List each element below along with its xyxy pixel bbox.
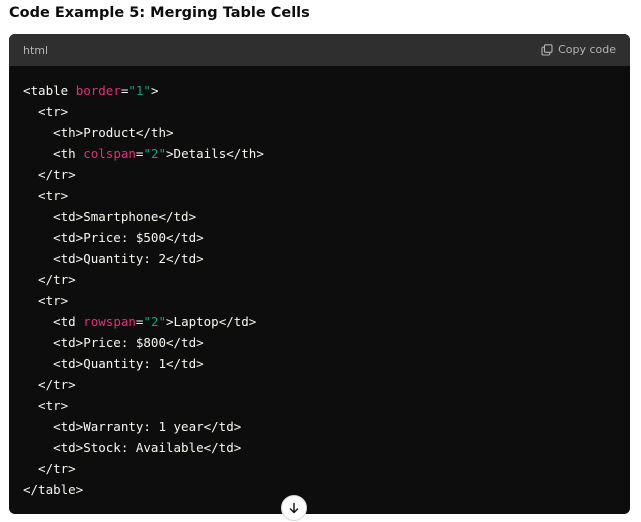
code-text: </tr> bbox=[23, 461, 76, 476]
code-text: <tr> bbox=[23, 398, 69, 413]
code-text: <th>Product</th> bbox=[23, 125, 174, 140]
code-line: <tr> bbox=[23, 185, 620, 206]
code-content: <table border="1"> <tr> <th>Product</th>… bbox=[23, 80, 620, 500]
code-text: </tr> bbox=[23, 377, 76, 392]
code-line: <table border="1"> bbox=[23, 80, 620, 101]
code-line: </tr> bbox=[23, 458, 620, 479]
code-line: </tr> bbox=[23, 164, 620, 185]
code-line: </tr> bbox=[23, 269, 620, 290]
code-text: <td>Price: $800</td> bbox=[23, 335, 204, 350]
code-line: <td>Quantity: 1</td> bbox=[23, 353, 620, 374]
code-attribute: border bbox=[75, 83, 121, 98]
copy-code-button[interactable]: Copy code bbox=[541, 43, 616, 56]
code-text: <td>Quantity: 2</td> bbox=[23, 251, 204, 266]
code-line: <td>Price: $500</td> bbox=[23, 227, 620, 248]
code-line: <th colspan="2">Details</th> bbox=[23, 143, 620, 164]
code-line: <tr> bbox=[23, 101, 620, 122]
code-text: <td>Quantity: 1</td> bbox=[23, 356, 204, 371]
copy-icon bbox=[541, 43, 553, 56]
section-heading: Code Example 5: Merging Table Cells bbox=[9, 5, 310, 21]
code-text: <td bbox=[23, 314, 84, 329]
code-line: <tr> bbox=[23, 395, 620, 416]
code-text: > bbox=[150, 83, 159, 98]
code-string: "1" bbox=[128, 83, 151, 98]
code-line: </table> bbox=[23, 479, 620, 500]
code-text: </tr> bbox=[23, 167, 76, 182]
code-text: >Details</th> bbox=[166, 146, 264, 161]
code-text: <table bbox=[23, 83, 76, 98]
code-line: </tr> bbox=[23, 374, 620, 395]
code-text: </table> bbox=[23, 482, 84, 497]
code-line: <tr> bbox=[23, 290, 620, 311]
code-line: <td>Price: $800</td> bbox=[23, 332, 620, 353]
code-line: <td>Smartphone</td> bbox=[23, 206, 620, 227]
code-text: <tr> bbox=[23, 188, 69, 203]
code-line: <td>Warranty: 1 year</td> bbox=[23, 416, 620, 437]
code-text: <td>Smartphone</td> bbox=[23, 209, 197, 224]
code-line: <td>Quantity: 2</td> bbox=[23, 248, 620, 269]
code-string: "2" bbox=[143, 146, 167, 161]
code-block-header: html Copy code bbox=[9, 34, 630, 66]
code-block: html Copy code <table border="1"> <tr> <… bbox=[9, 34, 630, 514]
code-text: <tr> bbox=[23, 293, 69, 308]
code-text: <tr> bbox=[23, 104, 69, 119]
code-line: <td>Stock: Available</td> bbox=[23, 437, 620, 458]
code-attribute: colspan bbox=[83, 146, 136, 161]
code-text: </tr> bbox=[23, 272, 76, 287]
code-text: <th bbox=[23, 146, 84, 161]
code-string: "2" bbox=[143, 314, 167, 329]
scroll-to-bottom-button[interactable] bbox=[281, 495, 307, 521]
code-line: <td rowspan="2">Laptop</td> bbox=[23, 311, 620, 332]
code-text: <td>Warranty: 1 year</td> bbox=[23, 419, 242, 434]
code-text: >Laptop</td> bbox=[166, 314, 257, 329]
code-text: <td>Price: $500</td> bbox=[23, 230, 204, 245]
code-attribute: rowspan bbox=[83, 314, 136, 329]
copy-code-label: Copy code bbox=[558, 43, 616, 56]
code-language-label: html bbox=[23, 44, 49, 57]
arrow-down-icon bbox=[288, 499, 300, 518]
code-text: <td>Stock: Available</td> bbox=[23, 440, 242, 455]
code-line: <th>Product</th> bbox=[23, 122, 620, 143]
